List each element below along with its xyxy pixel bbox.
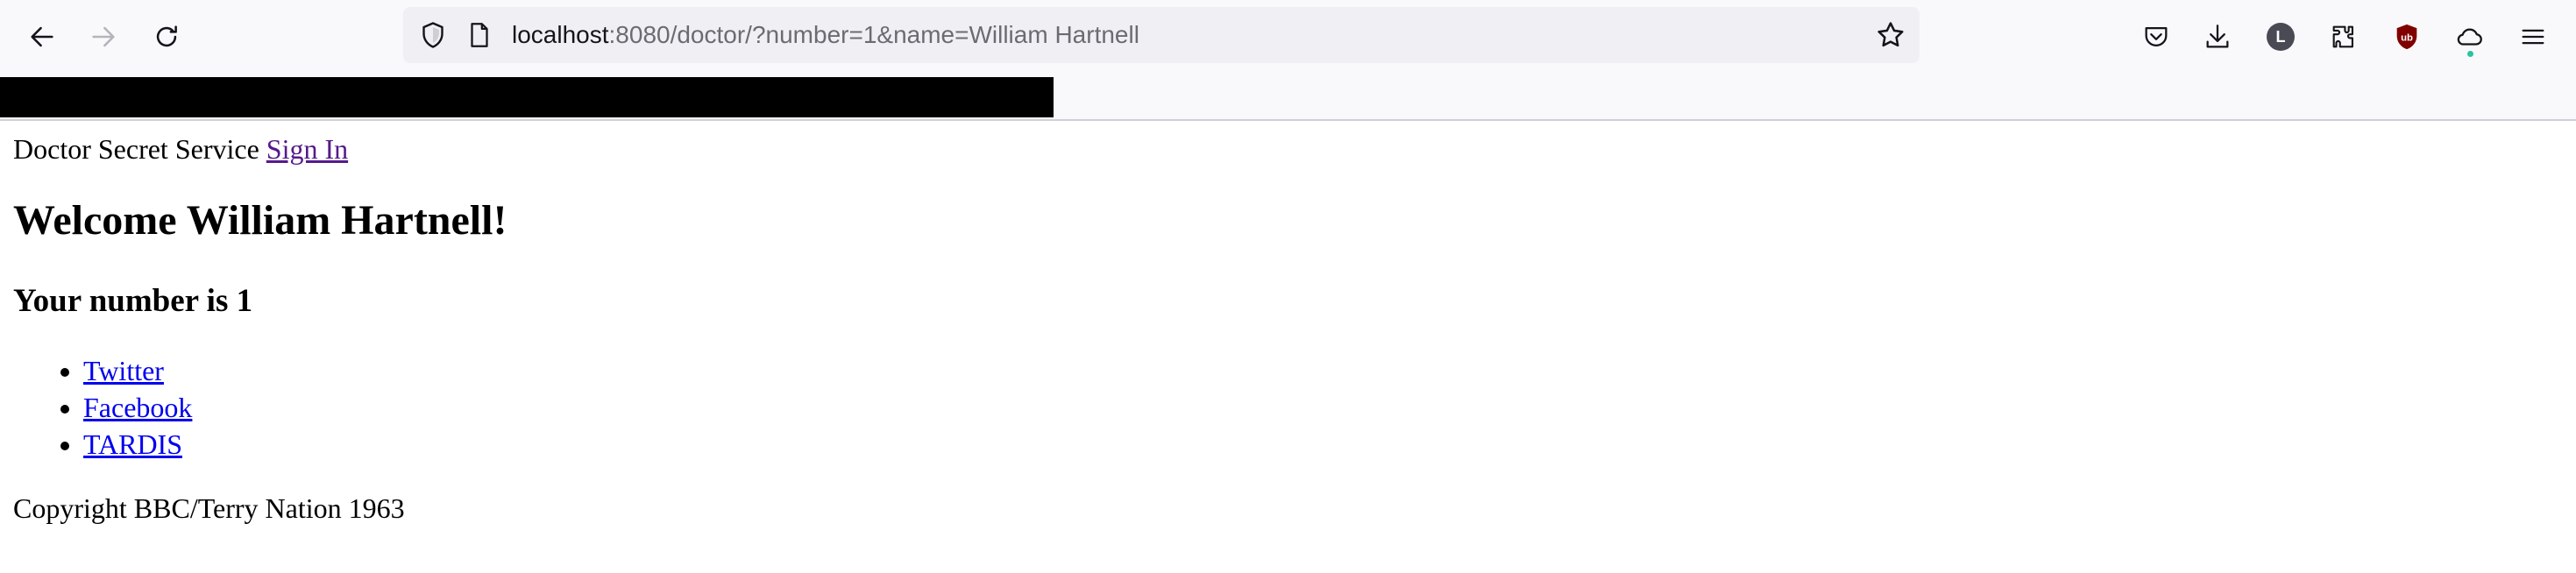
reload-button[interactable] xyxy=(147,18,186,56)
sync-icon xyxy=(2457,28,2482,46)
extensions-button[interactable] xyxy=(2324,18,2363,56)
copyright-text: Copyright BBC/Terry Nation 1963 xyxy=(13,492,405,524)
ublock-button[interactable]: ub xyxy=(2388,18,2426,56)
forward-button[interactable] xyxy=(84,18,123,56)
site-header: Doctor Secret Service Sign In xyxy=(13,133,348,166)
extensions-icon xyxy=(2332,25,2353,48)
svg-text:ub: ub xyxy=(2401,32,2413,43)
sync-button[interactable] xyxy=(2451,18,2489,57)
url-host: localhost xyxy=(512,21,609,48)
menu-button[interactable] xyxy=(2514,18,2552,56)
star-icon[interactable] xyxy=(1874,18,1907,52)
pocket-icon xyxy=(2145,26,2168,46)
twitter-link[interactable]: Twitter xyxy=(83,355,164,386)
facebook-link[interactable]: Facebook xyxy=(83,392,192,423)
page-icon[interactable] xyxy=(465,20,494,50)
back-arrow-icon xyxy=(31,26,53,47)
shield-icon[interactable] xyxy=(417,19,449,51)
tardis-link[interactable]: TARDIS xyxy=(83,428,182,460)
list-item: Facebook xyxy=(83,389,192,426)
forward-arrow-icon xyxy=(92,26,115,47)
site-name: Doctor Secret Service xyxy=(13,133,259,165)
pocket-button[interactable] xyxy=(2137,18,2175,56)
account-icon: L xyxy=(2267,23,2295,51)
sync-status-dot xyxy=(2467,51,2473,57)
list-item: Twitter xyxy=(83,352,192,389)
number-heading: Your number is 1 xyxy=(13,283,253,319)
url-path: :8080/doctor/?number=1&name=William Hart… xyxy=(608,21,1139,48)
url-text[interactable]: localhost:8080/doctor/?number=1&name=Wil… xyxy=(512,7,1139,63)
list-item: TARDIS xyxy=(83,426,192,463)
redacted-bar xyxy=(0,77,1054,117)
sign-in-link[interactable]: Sign In xyxy=(266,133,348,165)
downloads-button[interactable] xyxy=(2198,18,2237,56)
download-icon xyxy=(2206,25,2229,48)
account-button[interactable]: L xyxy=(2261,18,2300,56)
back-button[interactable] xyxy=(23,18,61,56)
welcome-heading: Welcome William Hartnell! xyxy=(13,197,507,244)
ublock-icon: ub xyxy=(2396,24,2417,50)
reload-icon xyxy=(156,25,177,47)
hamburger-menu-icon xyxy=(2522,29,2544,45)
bookmarks-bar xyxy=(0,75,2576,121)
links-list: Twitter Facebook TARDIS xyxy=(13,352,192,463)
address-bar[interactable]: localhost:8080/doctor/?number=1&name=Wil… xyxy=(403,7,1920,63)
browser-toolbar: localhost:8080/doctor/?number=1&name=Wil… xyxy=(0,0,2576,75)
